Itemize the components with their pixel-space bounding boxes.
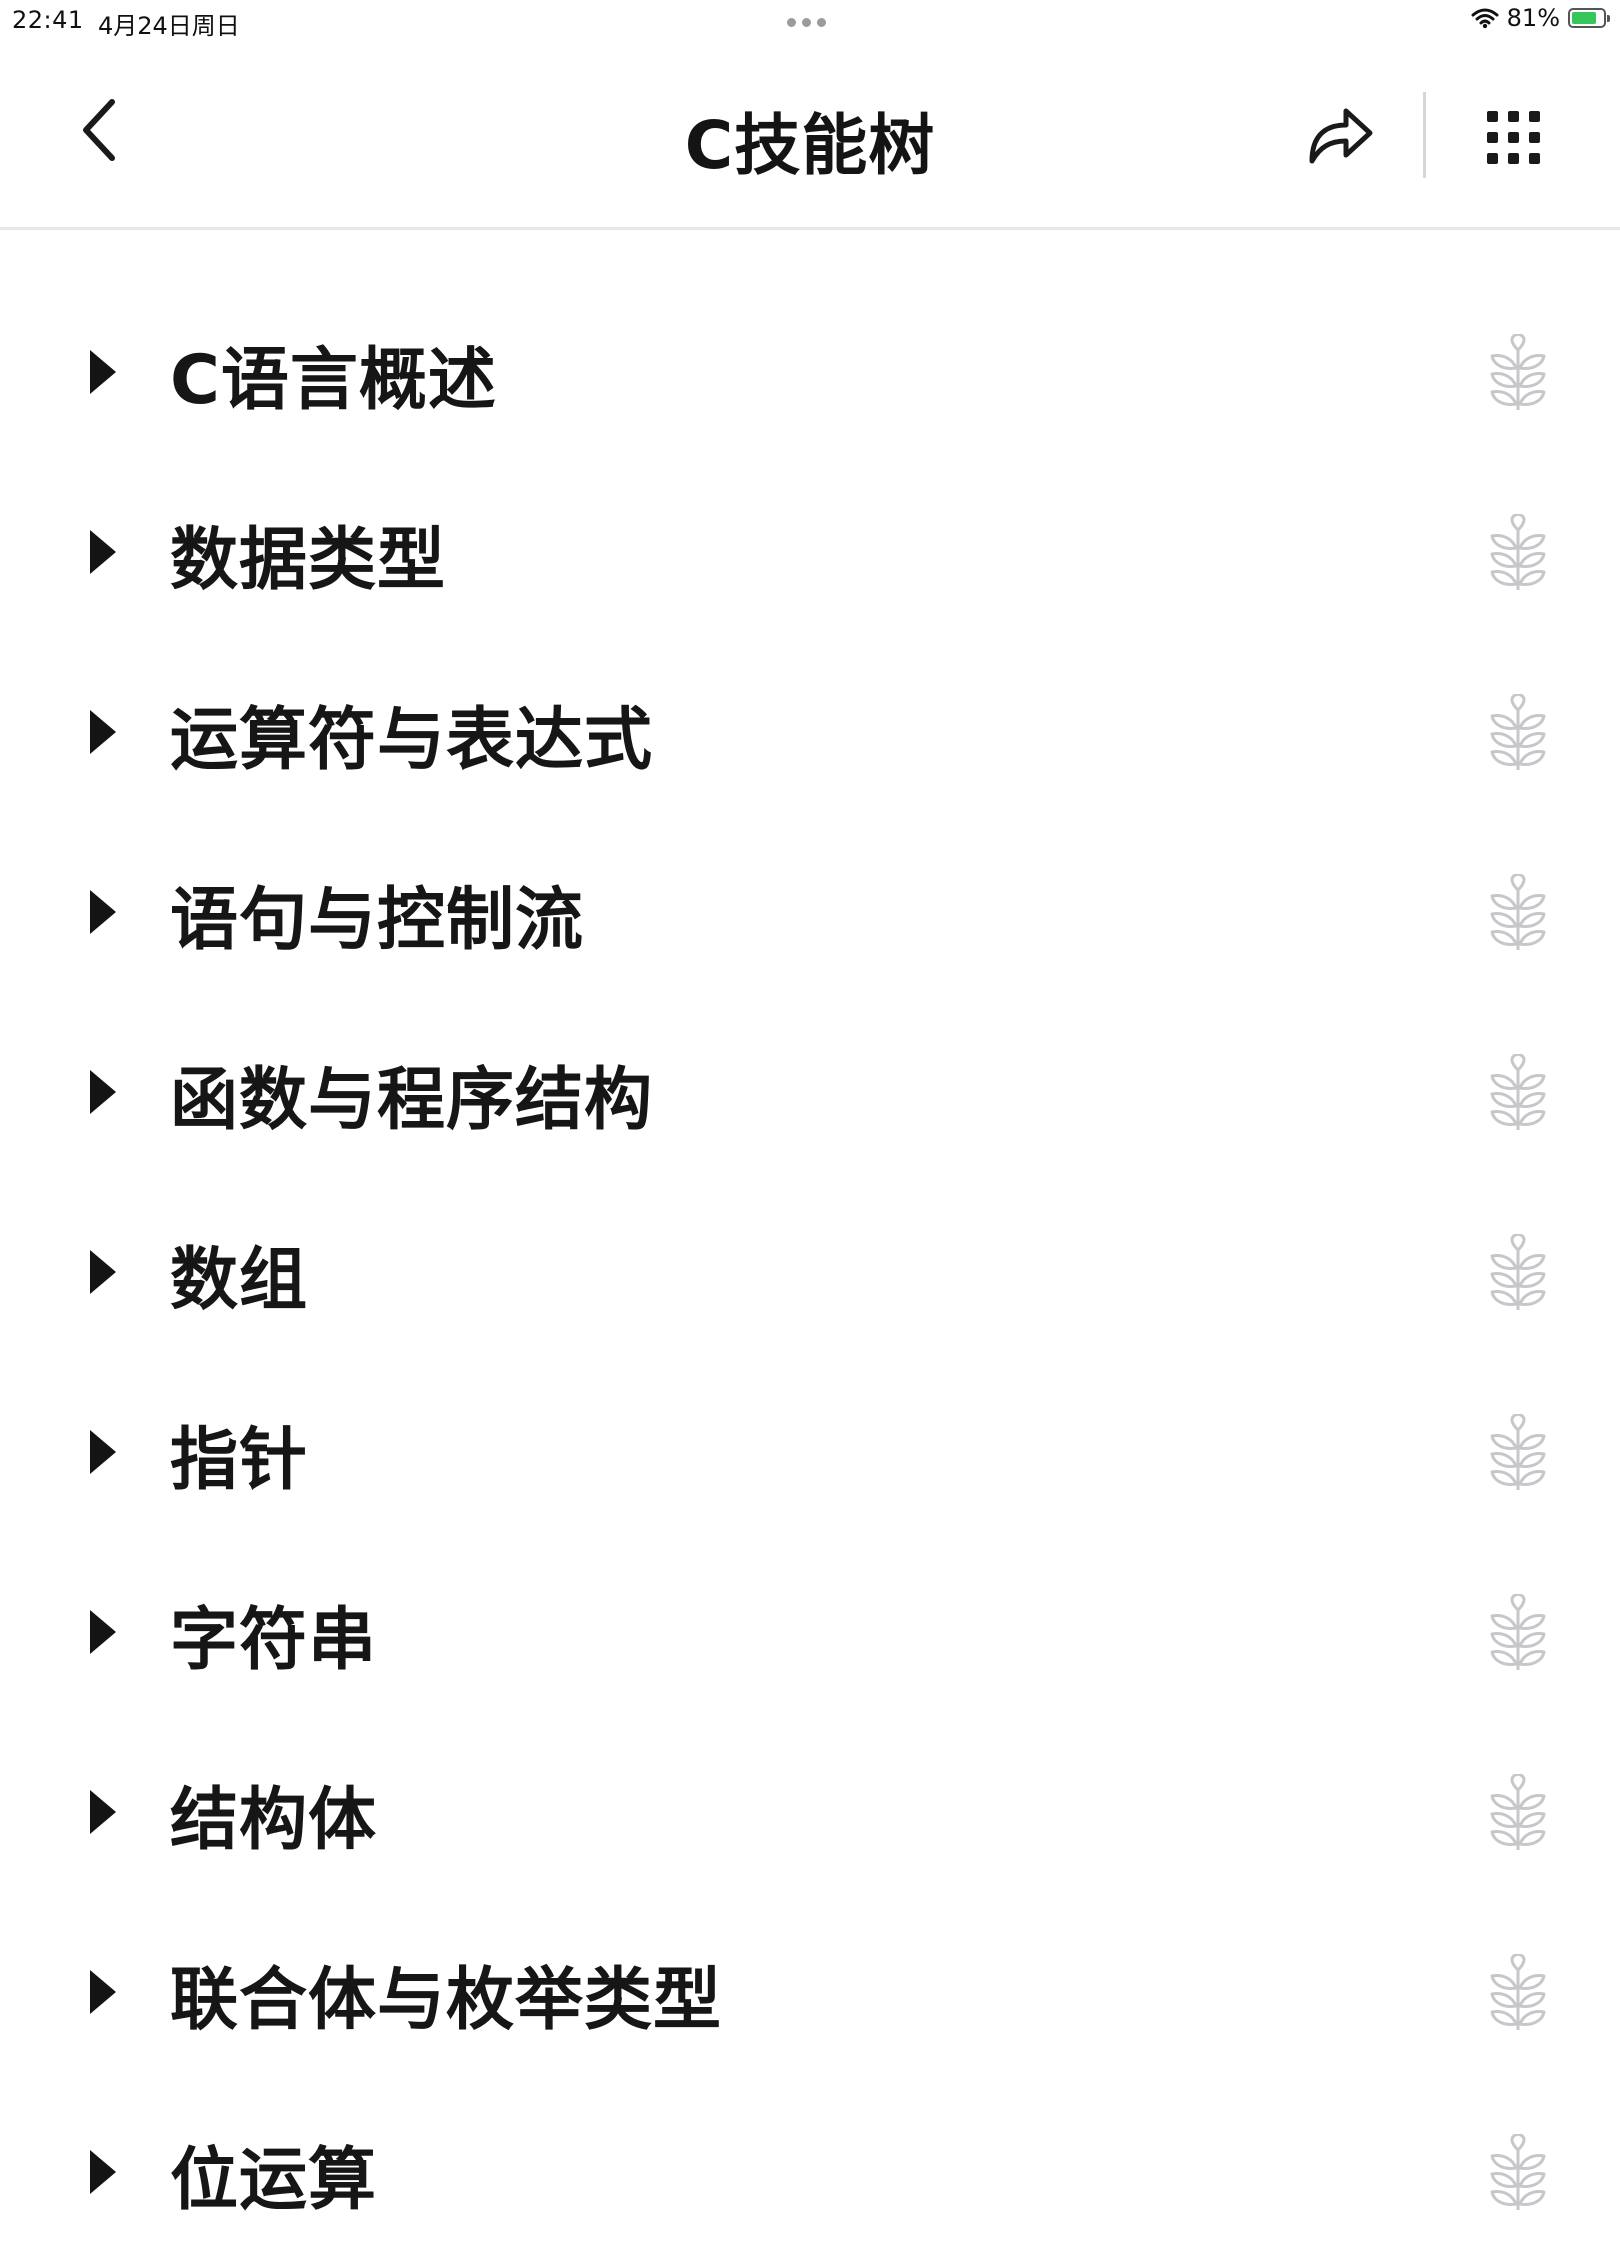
skill-item-label: 结构体 (170, 1781, 378, 1860)
skill-item-label: 位运算 (170, 2141, 378, 2220)
leaf-icon (1490, 1954, 1546, 2030)
leaf-icon (1490, 1054, 1546, 1130)
expand-caret-icon[interactable] (90, 1250, 116, 1294)
skill-item-label: 语句与控制流 (170, 881, 585, 960)
leaf-icon (1490, 514, 1546, 590)
share-icon (1309, 108, 1373, 164)
skill-tree-item[interactable]: 联合体与枚举类型 (0, 1902, 1620, 2082)
status-bar: 22:41 4月24日周日 81% (0, 0, 1620, 42)
skill-tree-item[interactable]: 函数与程序结构 (0, 1002, 1620, 1182)
leaf-icon (1490, 1594, 1546, 1670)
expand-caret-icon[interactable] (90, 350, 116, 394)
nav-divider (1423, 92, 1426, 178)
multitasking-dots-icon[interactable] (787, 18, 826, 27)
skill-item-label: 字符串 (170, 1601, 378, 1680)
expand-caret-icon[interactable] (90, 1070, 116, 1114)
battery-icon (1568, 8, 1610, 28)
skill-item-label: 指针 (170, 1421, 309, 1500)
expand-caret-icon[interactable] (90, 530, 116, 574)
expand-caret-icon[interactable] (90, 1790, 116, 1834)
skill-tree-item[interactable]: C语言概述 (0, 282, 1620, 462)
leaf-icon (1490, 2134, 1546, 2210)
status-indicators: 81% (1471, 4, 1610, 32)
wifi-icon (1471, 8, 1499, 29)
skill-tree-item[interactable]: 位运算 (0, 2082, 1620, 2262)
leaf-icon (1490, 1234, 1546, 1310)
expand-caret-icon[interactable] (90, 2150, 116, 2194)
leaf-icon (1490, 694, 1546, 770)
skill-item-label: C语言概述 (170, 341, 497, 420)
skill-tree-item[interactable]: 数组 (0, 1182, 1620, 1362)
expand-caret-icon[interactable] (90, 710, 116, 754)
share-button[interactable] (1300, 96, 1380, 172)
status-time: 22:41 (12, 6, 84, 34)
skill-tree-list: C语言概述 数据类型 运算符与表达式 语句与控制流 函数与程序结构 数组 指针 … (0, 282, 1620, 2262)
leaf-icon (1490, 1774, 1546, 1850)
leaf-icon (1490, 334, 1546, 410)
expand-caret-icon[interactable] (90, 890, 116, 934)
battery-level-fill (1572, 12, 1597, 24)
skill-item-label: 联合体与枚举类型 (170, 1961, 723, 2040)
expand-caret-icon[interactable] (90, 1430, 116, 1474)
skill-item-label: 函数与程序结构 (170, 1061, 654, 1140)
skill-tree-item[interactable]: 指针 (0, 1362, 1620, 1542)
leaf-icon (1490, 1414, 1546, 1490)
skill-tree-item[interactable]: 字符串 (0, 1542, 1620, 1722)
more-menu-button[interactable] (1478, 102, 1548, 172)
battery-percent: 81% (1506, 4, 1560, 32)
skill-tree-item[interactable]: 结构体 (0, 1722, 1620, 1902)
leaf-icon (1490, 874, 1546, 950)
skill-item-label: 数组 (170, 1241, 309, 1320)
expand-caret-icon[interactable] (90, 1970, 116, 2014)
grid-menu-icon (1486, 110, 1540, 164)
navigation-bar: C技能树 (0, 42, 1620, 230)
skill-item-label: 运算符与表达式 (170, 701, 654, 780)
expand-caret-icon[interactable] (90, 1610, 116, 1654)
skill-tree-item[interactable]: 数据类型 (0, 462, 1620, 642)
skill-tree-item[interactable]: 语句与控制流 (0, 822, 1620, 1002)
skill-item-label: 数据类型 (170, 521, 447, 600)
skill-tree-item[interactable]: 运算符与表达式 (0, 642, 1620, 822)
status-date: 4月24日周日 (98, 12, 240, 40)
